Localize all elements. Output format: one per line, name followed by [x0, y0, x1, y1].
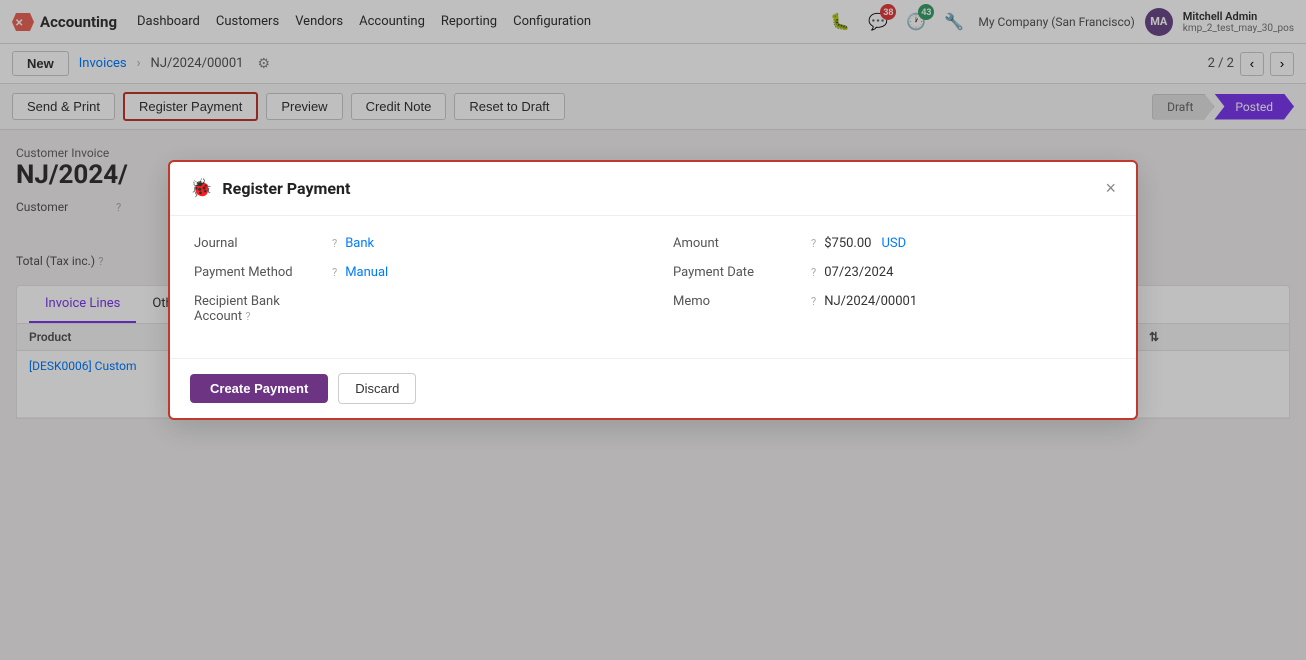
amount-label: Amount	[673, 236, 803, 251]
amount-help-icon[interactable]: ?	[811, 237, 816, 250]
payment-date-value[interactable]: 07/23/2024	[824, 265, 893, 280]
payment-date-help-icon[interactable]: ?	[811, 266, 816, 279]
modal-footer: Create Payment Discard	[170, 358, 1136, 418]
discard-button[interactable]: Discard	[338, 373, 416, 404]
amount-field: Amount ? $750.00 USD	[673, 236, 1112, 251]
payment-date-label: Payment Date	[673, 265, 803, 280]
payment-method-help-icon[interactable]: ?	[332, 266, 337, 279]
modal-body: Journal ? Bank Payment Method ? Manual R…	[170, 216, 1136, 358]
modal-close-button[interactable]: ×	[1105, 178, 1116, 199]
memo-field: Memo ? NJ/2024/00001	[673, 294, 1112, 309]
modal-header: 🐞 Register Payment ×	[170, 162, 1136, 216]
modal-fields: Journal ? Bank Payment Method ? Manual R…	[194, 236, 1112, 338]
register-payment-modal: 🐞 Register Payment × Journal ? Bank Paym…	[168, 160, 1138, 420]
payment-method-value[interactable]: Manual	[345, 265, 388, 280]
modal-title-icon: 🐞	[190, 178, 212, 199]
payment-date-field: Payment Date ? 07/23/2024	[673, 265, 1112, 280]
memo-value[interactable]: NJ/2024/00001	[824, 294, 917, 309]
payment-method-field: Payment Method ? Manual	[194, 265, 633, 280]
modal-overlay: 🐞 Register Payment × Journal ? Bank Paym…	[0, 0, 1306, 660]
memo-label: Memo	[673, 294, 803, 309]
amount-value[interactable]: $750.00	[824, 236, 871, 251]
journal-label: Journal	[194, 236, 324, 251]
journal-value[interactable]: Bank	[345, 236, 374, 251]
currency-value[interactable]: USD	[881, 236, 906, 251]
recipient-bank-label: Recipient BankAccount ?	[194, 294, 324, 324]
modal-fields-right: Amount ? $750.00 USD Payment Date ? 07/2…	[673, 236, 1112, 338]
journal-help-icon[interactable]: ?	[332, 237, 337, 250]
payment-method-label: Payment Method	[194, 265, 324, 280]
recipient-bank-field: Recipient BankAccount ?	[194, 294, 633, 324]
amount-row: $750.00 USD	[824, 236, 906, 251]
modal-title: Register Payment	[222, 179, 1095, 198]
create-payment-button[interactable]: Create Payment	[190, 374, 328, 403]
memo-help-icon[interactable]: ?	[811, 295, 816, 308]
modal-fields-left: Journal ? Bank Payment Method ? Manual R…	[194, 236, 633, 338]
journal-field: Journal ? Bank	[194, 236, 633, 251]
